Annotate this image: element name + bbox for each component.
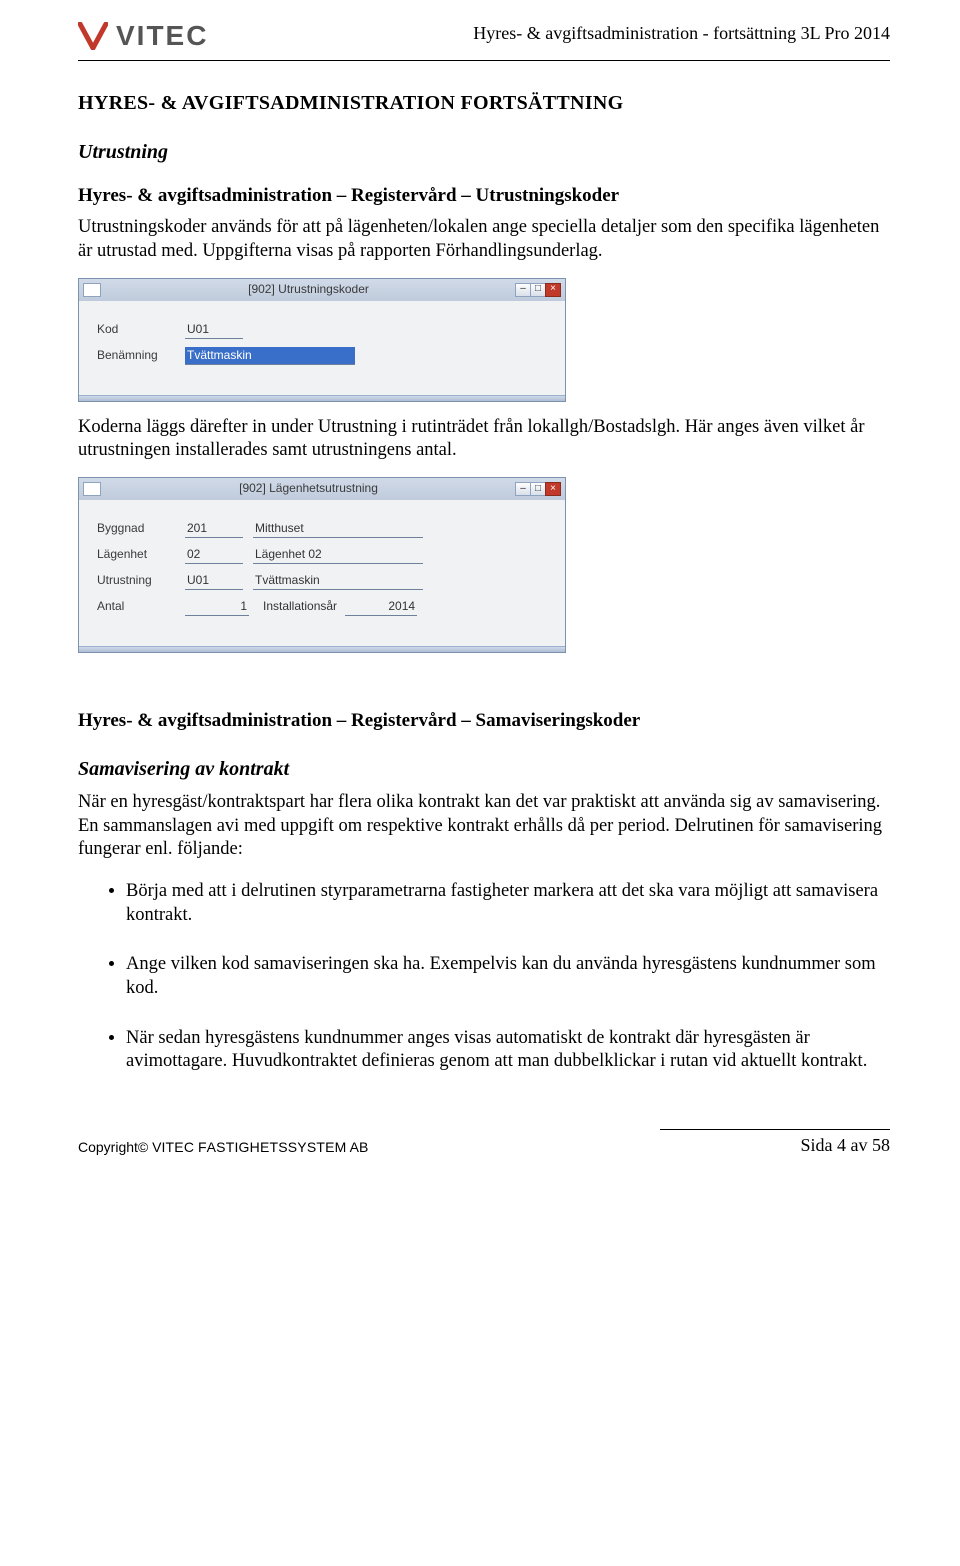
sub-heading-samaviseringskoder: Hyres- & avgiftsadministration – Registe…	[78, 709, 890, 733]
benamning-label: Benämning	[97, 348, 185, 363]
footer-copyright: Copyright© VITEC FASTIGHETSSYSTEM AB	[78, 1139, 368, 1157]
window-title: [902] Utrustningskoder	[101, 282, 516, 297]
main-heading: HYRES- & AVGIFTSADMINISTRATION FORTSÄTTN…	[78, 91, 890, 117]
window-frame-bottom	[79, 395, 565, 401]
section-heading-samavisering: Samavisering av kontrakt	[78, 757, 890, 783]
byggnad-desc-input[interactable]: Mitthuset	[253, 520, 423, 538]
lagenhet-desc-input[interactable]: Lägenhet 02	[253, 546, 423, 564]
footer-page: Sida 4 av 58	[660, 1129, 890, 1157]
page-header: VITEC Hyres- & avgiftsadministration - f…	[78, 18, 890, 61]
close-icon[interactable]: ×	[545, 283, 561, 297]
bullet-item: Ange vilken kod samaviseringen ska ha. E…	[126, 953, 890, 1000]
titlebar: [902] Lägenhetsutrustning – □ ×	[79, 478, 565, 500]
logo-text: VITEC	[116, 18, 208, 54]
utrustning-paragraph-1: Utrustningskoder används för att på läge…	[78, 216, 890, 263]
window-lagenhetsutrustning: [902] Lägenhetsutrustning – □ × Byggnad …	[78, 477, 566, 653]
logo: VITEC	[78, 18, 208, 54]
window-icon	[83, 283, 101, 297]
kod-label: Kod	[97, 322, 185, 337]
section-heading-utrustning: Utrustning	[78, 140, 890, 166]
window-utrustningskoder: [902] Utrustningskoder – □ × Kod U01 Ben…	[78, 278, 566, 402]
doc-title: Hyres- & avgiftsadministration - fortsät…	[473, 18, 890, 45]
window-frame-bottom	[79, 646, 565, 652]
utrustning-input[interactable]: U01	[185, 572, 243, 590]
kod-input[interactable]: U01	[185, 321, 243, 339]
maximize-icon[interactable]: □	[530, 283, 546, 297]
logo-icon	[78, 22, 108, 50]
utrustning-label: Utrustning	[97, 573, 185, 588]
antal-input[interactable]: 1	[185, 598, 249, 616]
lagenhet-label: Lägenhet	[97, 547, 185, 562]
maximize-icon[interactable]: □	[530, 482, 546, 496]
byggnad-label: Byggnad	[97, 521, 185, 536]
bullet-item: Börja med att i delrutinen styrparametra…	[126, 880, 890, 927]
utrustning-desc-input[interactable]: Tvättmaskin	[253, 572, 423, 590]
window-icon	[83, 482, 101, 496]
bullet-item: När sedan hyresgästens kundnummer anges …	[126, 1027, 890, 1074]
page-footer: Copyright© VITEC FASTIGHETSSYSTEM AB Sid…	[78, 1122, 890, 1157]
installationsar-input[interactable]: 2014	[345, 598, 417, 616]
sub-heading-utrustningskoder: Hyres- & avgiftsadministration – Registe…	[78, 184, 890, 208]
samavisering-paragraph: När en hyresgäst/kontraktspart har flera…	[78, 791, 890, 862]
byggnad-input[interactable]: 201	[185, 520, 243, 538]
installationsar-label: Installationsår	[263, 599, 337, 614]
minimize-icon[interactable]: –	[515, 482, 531, 496]
minimize-icon[interactable]: –	[515, 283, 531, 297]
benamning-input[interactable]: Tvättmaskin	[185, 347, 355, 365]
utrustning-paragraph-2: Koderna läggs därefter in under Utrustni…	[78, 416, 890, 463]
lagenhet-input[interactable]: 02	[185, 546, 243, 564]
samavisering-bullets: Börja med att i delrutinen styrparametra…	[78, 880, 890, 1074]
window-title: [902] Lägenhetsutrustning	[101, 481, 516, 496]
close-icon[interactable]: ×	[545, 482, 561, 496]
antal-label: Antal	[97, 599, 185, 614]
titlebar: [902] Utrustningskoder – □ ×	[79, 279, 565, 301]
